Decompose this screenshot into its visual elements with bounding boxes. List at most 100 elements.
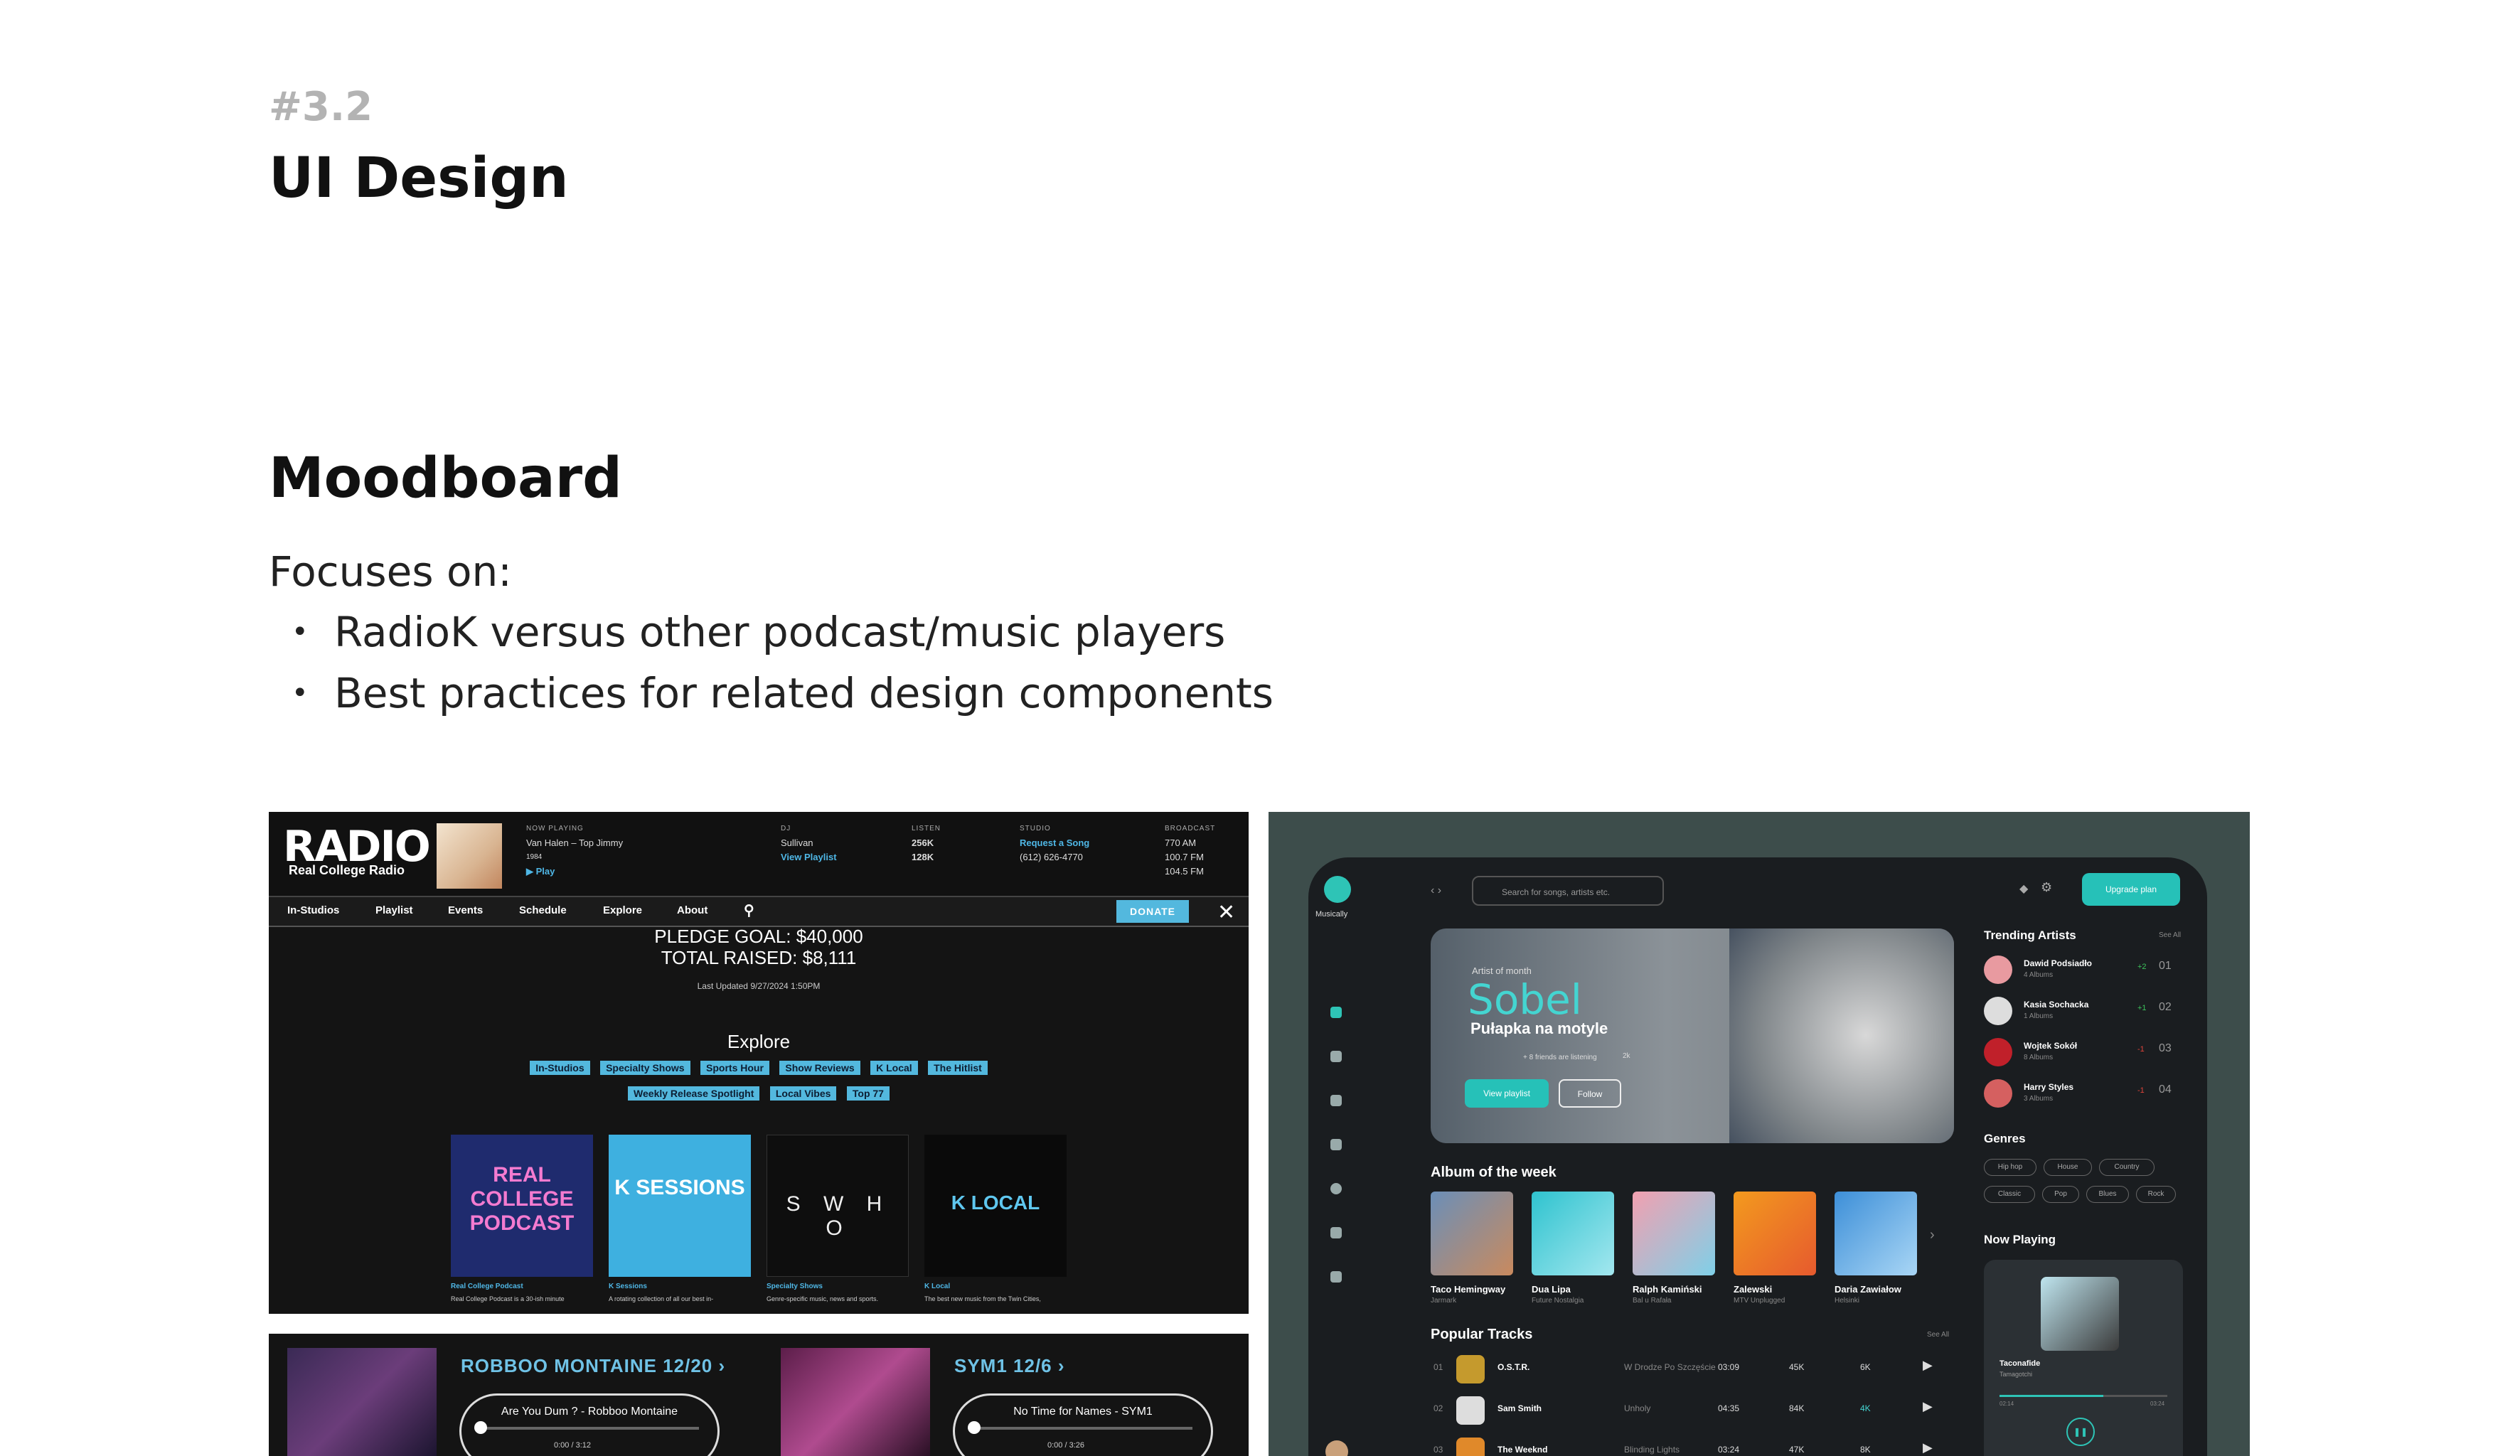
home-icon[interactable]	[1330, 1007, 1342, 1018]
artist-of-month-banner: Artist of month Sobel Pułapka na motyle …	[1431, 928, 1954, 1143]
listen-info: LISTEN 256K 128K	[912, 822, 941, 864]
album-artist: Ralph Kamiński	[1633, 1284, 1702, 1295]
search-icon[interactable]: ⚲	[744, 901, 754, 919]
nav-playlist[interactable]: Playlist	[375, 904, 413, 916]
card-k-local[interactable]: K LOCAL	[924, 1135, 1067, 1277]
nav-explore[interactable]: Explore	[603, 904, 642, 916]
session-thumbnail[interactable]	[781, 1348, 930, 1456]
radiok-screenshot: RADIO K Real College Radio NOW PLAYING V…	[269, 812, 1249, 1314]
album-name: Helsinki	[1835, 1297, 1860, 1305]
pause-icon[interactable]: ❚❚	[2066, 1418, 2095, 1446]
progress-track[interactable]	[479, 1427, 699, 1430]
view-playlist-button[interactable]: View playlist	[1465, 1079, 1549, 1108]
tag-specialty-shows[interactable]: Specialty Shows	[600, 1061, 690, 1075]
card-title[interactable]: K Local	[924, 1283, 950, 1290]
follow-button[interactable]: Follow	[1559, 1079, 1621, 1108]
play-icon[interactable]: ▶	[1923, 1399, 1933, 1414]
musically-screenshot: Musically ‹ › Search for songs, artists …	[1269, 812, 2250, 1456]
chevron-right-icon[interactable]: ›	[1930, 1227, 1935, 1243]
see-all-link[interactable]: See All	[2159, 931, 2181, 939]
tag-sports-hour[interactable]: Sports Hour	[700, 1061, 769, 1075]
card-real-college-podcast[interactable]: REAL COLLEGE PODCAST	[451, 1135, 593, 1277]
genre-chip[interactable]: Rock	[2136, 1186, 2176, 1203]
tag-the-hitlist[interactable]: The Hitlist	[928, 1061, 988, 1075]
genre-chip[interactable]: Hip hop	[1984, 1159, 2036, 1176]
elapsed-time: 02:14	[2000, 1401, 2014, 1407]
stream-256k-link[interactable]: 256K	[912, 836, 941, 850]
stream-128k-link[interactable]: 128K	[912, 850, 941, 864]
genre-chip[interactable]: Classic	[1984, 1186, 2035, 1203]
nav-in-studios[interactable]: In-Studios	[287, 904, 339, 916]
tag-in-studios[interactable]: In-Studios	[530, 1061, 590, 1075]
view-playlist-link[interactable]: View Playlist	[781, 850, 837, 864]
card-title[interactable]: K Sessions	[609, 1283, 647, 1290]
progress-track[interactable]	[972, 1427, 1192, 1430]
play-icon[interactable]: ▶	[1923, 1440, 1933, 1455]
dj-info: DJ Sullivan View Playlist	[781, 822, 837, 864]
progress-track[interactable]	[2000, 1395, 2167, 1397]
tag-top-77[interactable]: Top 77	[846, 1086, 890, 1101]
session-title[interactable]: ROBBOO MONTAINE 12/20 ›	[461, 1355, 725, 1377]
donate-button[interactable]: DONATE	[1116, 900, 1189, 923]
progress-handle[interactable]	[968, 1421, 981, 1434]
table-row[interactable]: 02 Sam Smith Unholy 04:35 84K 4K ▶	[1433, 1391, 1960, 1429]
focus-list: • RadioK versus other podcast/music playe…	[292, 601, 1274, 724]
nav-about[interactable]: About	[677, 904, 708, 916]
genre-chip[interactable]: Blues	[2086, 1186, 2129, 1203]
bell-icon[interactable]: ◆	[2019, 882, 2028, 896]
last-updated: Last Updated 9/27/2024 1:50PM	[697, 981, 821, 991]
session-thumbnail[interactable]	[287, 1348, 437, 1456]
search-input[interactable]: Search for songs, artists etc.	[1472, 876, 1664, 906]
discover-icon[interactable]	[1330, 1183, 1342, 1194]
album-artist: Daria Zawiałow	[1835, 1284, 1901, 1295]
see-all-link[interactable]: See All	[1927, 1331, 1949, 1339]
musically-logo-icon[interactable]	[1324, 876, 1351, 903]
album-cover[interactable]	[1532, 1192, 1614, 1275]
hero-artist-name: Sobel	[1468, 975, 1582, 1024]
table-row[interactable]: 01 O.S.T.R. W Drodze Po Szczęście 03:09 …	[1433, 1349, 1960, 1388]
card-description: A rotating collection of all our best in…	[609, 1295, 714, 1302]
tag-k-local[interactable]: K Local	[870, 1061, 918, 1075]
session-title[interactable]: SYM1 12/6 ›	[954, 1355, 1065, 1377]
genre-chip[interactable]: Country	[2099, 1159, 2155, 1176]
explore-tags-row: In-Studios Specialty Shows Sports Hour S…	[269, 1061, 1249, 1075]
card-specialty-shows[interactable]: S W H O	[767, 1135, 909, 1277]
avatar[interactable]	[1325, 1440, 1348, 1456]
music-note-icon[interactable]	[1330, 1139, 1342, 1150]
card-title[interactable]: Specialty Shows	[767, 1283, 823, 1290]
back-forward-icon[interactable]: ‹ ›	[1431, 884, 1441, 897]
gear-icon[interactable]: ⚙	[2041, 880, 2052, 895]
play-icon[interactable]: ▶	[1923, 1358, 1933, 1373]
progress-handle[interactable]	[474, 1421, 487, 1434]
genre-chip[interactable]: House	[2044, 1159, 2092, 1176]
card-art-text: REAL COLLEGE PODCAST	[469, 1163, 575, 1235]
card-k-sessions[interactable]: K SESSIONS	[609, 1135, 751, 1277]
tag-local-vibes[interactable]: Local Vibes	[769, 1086, 837, 1101]
broadcast-fm-2: 104.5 FM	[1165, 866, 1204, 877]
tag-show-reviews[interactable]: Show Reviews	[779, 1061, 860, 1075]
microphone-icon[interactable]	[1330, 1227, 1342, 1238]
genre-chip[interactable]: Pop	[2042, 1186, 2079, 1203]
artist-name: Wojtek Sokół	[2024, 1041, 2078, 1051]
nav-schedule[interactable]: Schedule	[519, 904, 567, 916]
video-icon[interactable]	[1330, 1271, 1342, 1283]
upgrade-plan-button[interactable]: Upgrade plan	[2082, 873, 2180, 906]
play-button[interactable]: ▶ Play	[526, 864, 623, 879]
bullet-text: Best practices for related design compon…	[334, 669, 1274, 717]
album-cover[interactable]	[1431, 1192, 1513, 1275]
card-description: Real College Podcast is a 30-ish minute	[451, 1295, 565, 1302]
avatar	[1984, 1079, 2012, 1108]
card-title[interactable]: Real College Podcast	[451, 1283, 523, 1290]
library-icon[interactable]	[1330, 1051, 1342, 1062]
nav-events[interactable]: Events	[448, 904, 483, 916]
album-cover[interactable]	[1633, 1192, 1715, 1275]
explore-heading: Explore	[727, 1031, 791, 1052]
request-song-link[interactable]: Request a Song	[1020, 836, 1089, 850]
radio-icon[interactable]	[1330, 1095, 1342, 1106]
album-cover[interactable]	[1734, 1192, 1816, 1275]
album-cover[interactable]	[1835, 1192, 1917, 1275]
tag-weekly-release-spotlight[interactable]: Weekly Release Spotlight	[628, 1086, 760, 1101]
artist-photo	[1729, 928, 1954, 1143]
table-row[interactable]: 03 The Weeknd Blinding Lights 03:24 47K …	[1433, 1432, 1960, 1456]
close-icon[interactable]: ✕	[1217, 900, 1235, 925]
